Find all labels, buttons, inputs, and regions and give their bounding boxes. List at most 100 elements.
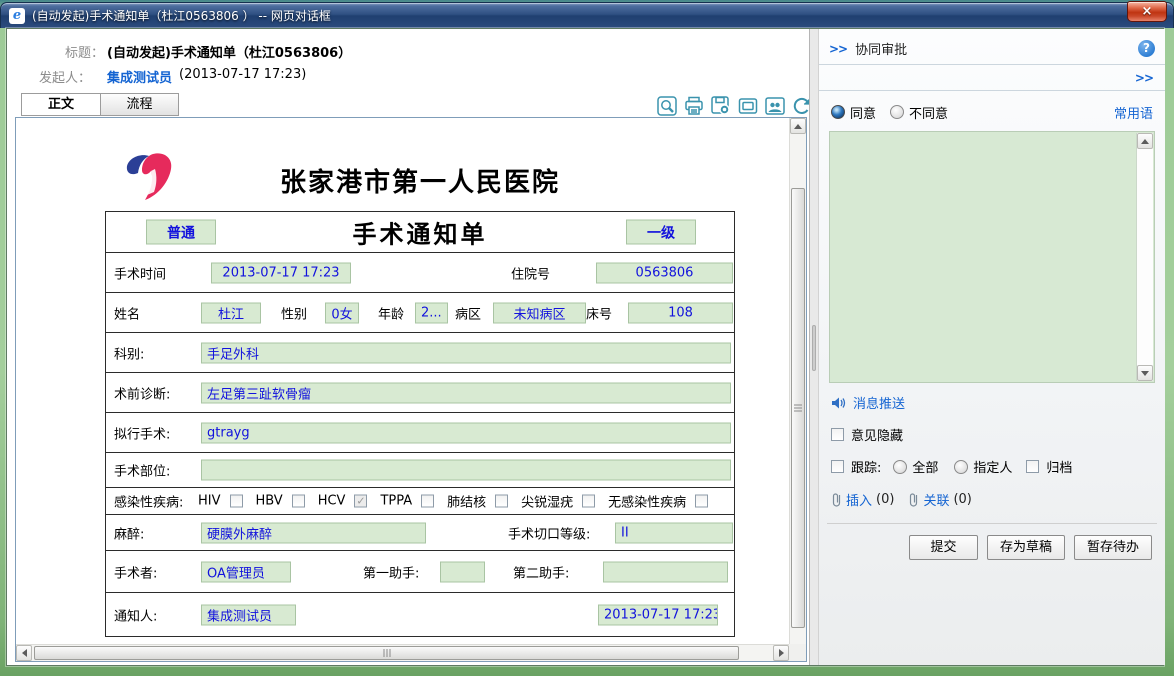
disagree-label: 不同意 bbox=[909, 103, 948, 122]
infection-checkbox[interactable] bbox=[230, 495, 243, 508]
photo-icon[interactable] bbox=[763, 94, 786, 117]
infection-checkbox[interactable] bbox=[421, 495, 434, 508]
initiator-name-link[interactable]: 集成测试员 bbox=[107, 67, 172, 86]
track-assignee-radio[interactable] bbox=[954, 460, 968, 474]
infection-item-label: HIV bbox=[198, 494, 221, 509]
actions-divider bbox=[827, 523, 1157, 524]
submit-button[interactable]: 提交 bbox=[909, 535, 978, 560]
comment-scroll-down-button[interactable] bbox=[1137, 365, 1153, 381]
tab-flow[interactable]: 流程 bbox=[100, 93, 179, 116]
surgery-site-field[interactable] bbox=[201, 460, 731, 481]
initiator-time: (2013-07-17 17:23) bbox=[179, 67, 306, 82]
dialog-titlebar[interactable]: e (自动发起)手术通知单（杜江0563806 ） -- 网页对话框 bbox=[0, 2, 1174, 28]
infection-item: HIV bbox=[198, 494, 243, 509]
notifier-field[interactable]: 集成测试员 bbox=[201, 604, 296, 625]
hospital-name: 张家港市第一人民医院 bbox=[105, 162, 735, 199]
common-phrases-link[interactable]: 常用语 bbox=[1114, 103, 1153, 122]
incision-grade-label: 手术切口等级: bbox=[508, 523, 590, 542]
ward-label: 病区 bbox=[455, 303, 481, 322]
document-vertical-scrollbar[interactable] bbox=[789, 118, 806, 644]
scroll-right-button[interactable] bbox=[773, 645, 789, 661]
incision-grade-field[interactable]: II bbox=[615, 522, 733, 543]
disagree-radio[interactable] bbox=[890, 105, 904, 119]
preview-icon[interactable] bbox=[655, 94, 678, 117]
infection-item-label: 尖锐湿疣 bbox=[521, 492, 573, 511]
infection-checkbox[interactable] bbox=[292, 495, 305, 508]
scroll-left-button[interactable] bbox=[16, 645, 32, 661]
priority-level-button[interactable]: 一级 bbox=[626, 220, 696, 245]
infection-checkbox[interactable] bbox=[495, 495, 508, 508]
dialog-title: (自动发起)手术通知单（杜江0563806 ） -- 网页对话框 bbox=[32, 7, 331, 24]
infection-item-label: 无感染性疾病 bbox=[608, 492, 686, 511]
surgery-time-field[interactable]: 2013-07-17 17:23 bbox=[211, 262, 351, 283]
form-title-row: 普通 手术通知单 一级 bbox=[106, 212, 734, 252]
save-icon[interactable] bbox=[709, 94, 732, 117]
hide-opinion-checkbox[interactable] bbox=[831, 428, 844, 441]
comment-scroll-up-button[interactable] bbox=[1137, 133, 1153, 149]
initiator-label: 发起人： bbox=[39, 67, 91, 86]
message-push-label: 消息推送 bbox=[853, 393, 905, 412]
diagnosis-row: 术前诊断: 左足第三趾软骨瘤 bbox=[106, 372, 734, 412]
comment-textarea[interactable] bbox=[829, 131, 1155, 383]
track-all-radio[interactable] bbox=[893, 460, 907, 474]
infection-checkbox[interactable] bbox=[582, 495, 595, 508]
surgery-form-table: 普通 手术通知单 一级 手术时间 2013-07-17 17:23 住院号 05… bbox=[105, 211, 735, 637]
save-draft-button[interactable]: 存为草稿 bbox=[987, 535, 1065, 560]
planned-surgery-field[interactable]: gtrayg bbox=[201, 422, 731, 443]
hide-opinion-row: 意见隐藏 bbox=[819, 425, 1165, 444]
track-checkbox[interactable] bbox=[831, 460, 844, 473]
hide-opinion-label: 意见隐藏 bbox=[851, 425, 903, 444]
splitter-handle[interactable] bbox=[812, 325, 816, 371]
help-icon[interactable]: ? bbox=[1138, 40, 1155, 57]
insert-count: (0) bbox=[876, 492, 894, 507]
planned-surgery-label: 拟行手术: bbox=[114, 423, 170, 442]
close-button[interactable]: × bbox=[1127, 1, 1167, 22]
print-icon[interactable] bbox=[682, 94, 705, 117]
diagnosis-field[interactable]: 左足第三趾软骨瘤 bbox=[201, 382, 731, 403]
relate-link[interactable]: 关联 bbox=[923, 490, 949, 509]
expand-arrows-icon[interactable]: >> bbox=[829, 42, 847, 56]
insert-link[interactable]: 插入 bbox=[846, 490, 872, 509]
admission-no-label: 住院号 bbox=[511, 263, 550, 282]
surgeon-label: 手术者: bbox=[114, 562, 157, 581]
gender-label: 性别 bbox=[281, 303, 307, 322]
document-horizontal-scrollbar[interactable] bbox=[16, 644, 789, 661]
assistant1-field[interactable] bbox=[440, 561, 485, 582]
vote-row: 同意 不同意 常用语 bbox=[819, 95, 1165, 129]
department-field[interactable]: 手足外科 bbox=[201, 342, 731, 363]
name-field[interactable]: 杜江 bbox=[201, 302, 261, 323]
document-toolbar bbox=[655, 94, 813, 117]
message-push-link[interactable]: 消息推送 bbox=[819, 393, 1165, 412]
assistant2-label: 第二助手: bbox=[513, 562, 569, 581]
ward-field[interactable]: 未知病区 bbox=[493, 302, 586, 323]
comment-scrollbar[interactable] bbox=[1136, 133, 1153, 381]
document-viewer: 张家港市第一人民医院 普通 手术通知单 一级 手术时间 2013-07-17 1… bbox=[15, 117, 807, 662]
department-row: 科别: 手足外科 bbox=[106, 332, 734, 372]
admission-no-field[interactable]: 0563806 bbox=[596, 262, 733, 283]
tab-content[interactable]: 正文 bbox=[21, 93, 101, 116]
infection-checkbox[interactable] bbox=[695, 495, 708, 508]
agree-radio[interactable] bbox=[831, 105, 845, 119]
name-label: 姓名 bbox=[114, 303, 140, 322]
collapse-arrows-icon[interactable]: >> bbox=[1135, 71, 1153, 85]
infection-checkbox[interactable] bbox=[354, 495, 367, 508]
speaker-icon bbox=[831, 396, 847, 410]
notify-time-field[interactable]: 2013-07-17 17:23 bbox=[598, 604, 718, 625]
bed-field[interactable]: 108 bbox=[628, 302, 733, 323]
document-icon[interactable] bbox=[736, 94, 759, 117]
anesthesia-field[interactable]: 硬膜外麻醉 bbox=[201, 522, 426, 543]
vertical-scroll-thumb[interactable] bbox=[791, 188, 805, 628]
scroll-up-button[interactable] bbox=[790, 118, 806, 134]
gender-field[interactable]: 0女 bbox=[325, 302, 359, 323]
horizontal-scroll-thumb[interactable] bbox=[34, 646, 739, 660]
hold-pending-button[interactable]: 暂存待办 bbox=[1074, 535, 1152, 560]
surgeon-field[interactable]: OA管理员 bbox=[201, 561, 291, 582]
track-assignee-label: 指定人 bbox=[973, 457, 1012, 476]
assistant2-field[interactable] bbox=[603, 561, 728, 582]
panel-splitter[interactable] bbox=[809, 29, 819, 665]
archive-checkbox[interactable] bbox=[1026, 460, 1039, 473]
infection-item: 肺结核 bbox=[447, 492, 508, 511]
approval-title: 协同审批 bbox=[855, 39, 907, 58]
age-field[interactable]: 2... bbox=[415, 302, 448, 323]
form-document: 张家港市第一人民医院 普通 手术通知单 一级 手术时间 2013-07-17 1… bbox=[16, 118, 789, 644]
